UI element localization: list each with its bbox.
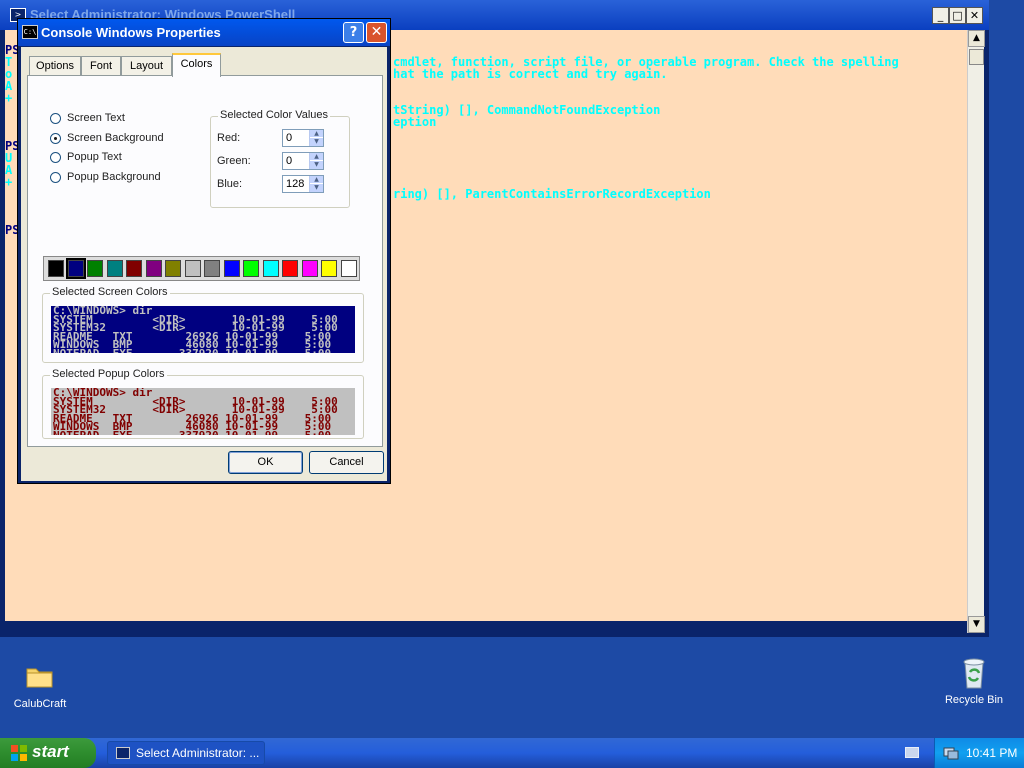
- tab-options[interactable]: Options: [29, 56, 81, 76]
- palette-swatch[interactable]: [106, 260, 123, 277]
- radio-checked-dot: [54, 137, 57, 140]
- properties-dialog: C:\ Console Windows Properties ? ✕ Optio…: [17, 18, 391, 484]
- taskbar-button-powershell[interactable]: Select Administrator: ...: [107, 741, 265, 765]
- tab-colors[interactable]: Colors: [172, 53, 221, 77]
- desktop-icon-recycle-bin[interactable]: Recycle Bin: [934, 656, 1014, 706]
- network-icon[interactable]: [943, 745, 959, 761]
- palette-swatch[interactable]: [321, 260, 337, 277]
- spin-down-icon[interactable]: ▼: [310, 138, 323, 146]
- radio-label: Popup Text: [67, 151, 122, 163]
- selected-screen-colors-group: Selected Screen Colors C:\WINDOWS> dir SY…: [42, 286, 364, 363]
- green-label: Green:: [217, 155, 251, 167]
- dialog-close-button[interactable]: ✕: [366, 22, 387, 43]
- radio-button[interactable]: [50, 113, 61, 124]
- console-text: eption: [393, 115, 437, 129]
- colors-tab-panel: Screen Text Screen Background Popup Text…: [27, 75, 383, 447]
- spin-down-icon[interactable]: ▼: [310, 184, 323, 192]
- palette-swatch[interactable]: [87, 260, 103, 277]
- palette-swatch[interactable]: [165, 260, 181, 277]
- desktop-icon-label: CalubCraft: [13, 698, 67, 710]
- palette-swatch[interactable]: [126, 260, 142, 277]
- palette-swatch[interactable]: [145, 260, 162, 277]
- taskbar: start Select Administrator: ... 10:41 PM: [0, 738, 1024, 768]
- red-value: 0: [286, 132, 293, 144]
- keyboard-icon[interactable]: [905, 747, 919, 758]
- folder-icon: [24, 660, 56, 692]
- selected-popup-colors-group: Selected Popup Colors C:\WINDOWS> dir SYS…: [42, 368, 364, 439]
- palette-swatch[interactable]: [204, 260, 220, 277]
- palette-swatch[interactable]: [48, 260, 64, 277]
- palette-swatch[interactable]: [301, 260, 318, 277]
- palette-swatch[interactable]: [340, 260, 357, 277]
- desktop-icon-calubcraft[interactable]: CalubCraft: [0, 660, 80, 710]
- scroll-thumb[interactable]: [969, 49, 984, 65]
- preview-line: NOTEPAD EXE 337920 10-01-99 5:00: [53, 428, 332, 435]
- blue-spinner[interactable]: 128 ▲ ▼: [282, 175, 324, 193]
- spin-up-icon[interactable]: ▲: [310, 130, 323, 138]
- green-value: 0: [286, 155, 293, 167]
- palette-swatch[interactable]: [282, 260, 298, 277]
- dialog-body: Options Font Layout Colors Screen Text S…: [21, 47, 387, 481]
- preview-line: NOTEPAD EXE 337920 10-01-99 5:00: [53, 346, 332, 353]
- console-scrollbar[interactable]: ▲ ▼: [967, 30, 985, 633]
- cancel-button[interactable]: Cancel: [309, 451, 384, 474]
- palette-swatch[interactable]: [262, 260, 279, 277]
- palette-swatch[interactable]: [223, 260, 240, 277]
- minimize-button[interactable]: _: [932, 7, 949, 24]
- palette-swatch[interactable]: [65, 258, 86, 279]
- tab-layout[interactable]: Layout: [121, 56, 172, 76]
- maximize-button[interactable]: □: [949, 7, 966, 24]
- group-title: Selected Popup Colors: [50, 368, 167, 380]
- console-icon: C:\: [22, 25, 38, 39]
- selected-color-values-group: Selected Color Values Red: 0 ▲ ▼ Green: 0…: [210, 109, 350, 208]
- red-label: Red:: [217, 132, 241, 144]
- recycle-bin-icon: [958, 656, 990, 689]
- ok-button[interactable]: OK: [228, 451, 303, 474]
- radio-button[interactable]: [50, 152, 61, 163]
- green-spinner[interactable]: 0 ▲ ▼: [282, 152, 324, 170]
- console-bottom-border: [5, 621, 967, 633]
- windows-logo-icon: [11, 745, 27, 761]
- group-title: Selected Color Values: [218, 109, 331, 121]
- powershell-icon: [116, 747, 130, 759]
- clock[interactable]: 10:41 PM: [966, 746, 1017, 760]
- system-tray: 10:41 PM: [934, 738, 1024, 768]
- blue-value: 128: [286, 178, 305, 190]
- radio-label: Popup Background: [67, 171, 161, 183]
- dialog-titlebar[interactable]: C:\ Console Windows Properties ? ✕: [18, 19, 390, 47]
- spin-down-icon[interactable]: ▼: [310, 161, 323, 169]
- close-button[interactable]: ✕: [966, 7, 983, 24]
- desktop-icon-label: Recycle Bin: [944, 694, 1004, 706]
- blue-label: Blue:: [217, 178, 243, 190]
- help-button[interactable]: ?: [343, 22, 364, 43]
- radio-label: Screen Text: [67, 112, 125, 124]
- console-text: ring) [], ParentContainsErrorRecordExcep…: [393, 187, 711, 201]
- group-title: Selected Screen Colors: [50, 286, 170, 298]
- spin-up-icon[interactable]: ▲: [310, 176, 323, 184]
- scroll-down-icon[interactable]: ▼: [968, 616, 985, 633]
- color-palette: [43, 256, 360, 281]
- radio-button[interactable]: [50, 133, 61, 144]
- palette-swatch[interactable]: [184, 260, 201, 277]
- start-label: start: [32, 742, 69, 761]
- palette-swatch[interactable]: [243, 260, 259, 277]
- red-spinner[interactable]: 0 ▲ ▼: [282, 129, 324, 147]
- radio-button[interactable]: [50, 172, 61, 183]
- popup-colors-preview: C:\WINDOWS> dir SYSTEM <DIR> 10-01-99 5:0…: [51, 388, 355, 435]
- radio-label: Screen Background: [67, 132, 164, 144]
- spin-up-icon[interactable]: ▲: [310, 153, 323, 161]
- dialog-title: Console Windows Properties: [41, 25, 221, 40]
- scroll-up-icon[interactable]: ▲: [968, 30, 985, 47]
- taskbar-button-label: Select Administrator: ...: [136, 746, 260, 760]
- screen-colors-preview: C:\WINDOWS> dir SYSTEM <DIR> 10-01-99 5:0…: [51, 306, 355, 353]
- console-text: hat the path is correct and try again.: [393, 67, 668, 81]
- console-text: +: [5, 175, 13, 189]
- tab-font[interactable]: Font: [81, 56, 121, 76]
- console-text: +: [5, 91, 13, 105]
- start-button[interactable]: start: [0, 738, 96, 768]
